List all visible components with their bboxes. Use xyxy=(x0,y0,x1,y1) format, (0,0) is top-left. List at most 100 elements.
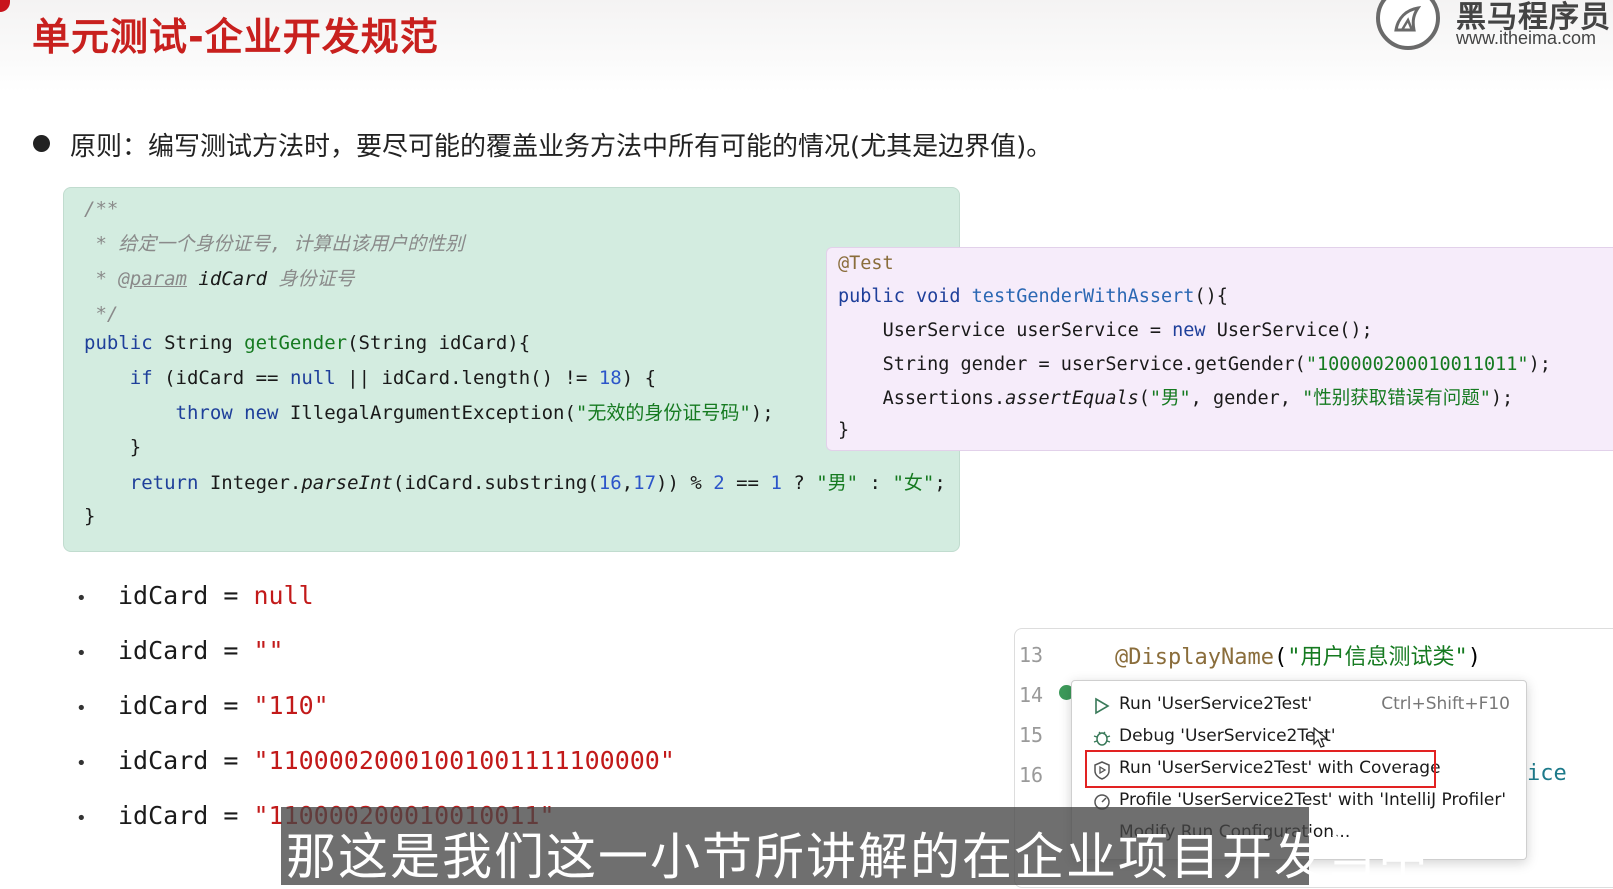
code-line: } xyxy=(838,416,849,446)
code-line: } xyxy=(84,432,141,462)
number-literal: 17 xyxy=(633,472,657,494)
number-literal: 1 xyxy=(770,472,782,494)
string-literal: "用户信息测试类" xyxy=(1287,645,1468,670)
video-subtitle: 那这是我们这一小节所讲解的在企业项目开发当中 xyxy=(286,828,1430,886)
string-literal: "男" xyxy=(1149,388,1191,409)
keyword: new xyxy=(1172,320,1206,341)
code-line: } xyxy=(84,501,95,531)
keyword: void xyxy=(904,286,961,307)
code-text: String gender = userService.getGender( xyxy=(882,354,1306,375)
comment-text: * 给定一个身份证号, 计算出该用户的性别 xyxy=(84,233,465,255)
method-name: testGenderWithAssert xyxy=(960,286,1195,307)
code-text: ( xyxy=(1273,645,1288,670)
bullet-icon: • xyxy=(76,588,87,609)
number-literal: 16 xyxy=(598,472,622,494)
coverage-highlight-box xyxy=(1085,750,1436,788)
code-text: } xyxy=(84,505,96,527)
code-line: /** xyxy=(84,194,118,224)
keyword: throw xyxy=(175,402,233,424)
logo-url: www.itheima.com xyxy=(1456,28,1597,48)
line-number: 13 xyxy=(1019,643,1044,667)
case-label: idCard = xyxy=(118,801,254,830)
code-text: ) { xyxy=(621,367,657,389)
code-line: @Test xyxy=(838,249,894,279)
code-text: UserService userService = xyxy=(882,320,1173,341)
menu-shortcut: Ctrl+Shift+F10 xyxy=(1381,694,1510,714)
code-line: return Integer.parseInt(idCard.substring… xyxy=(84,468,946,498)
list-item: • idCard = "11000020001001001111100000" xyxy=(76,741,675,781)
code-line: UserService userService = new UserServic… xyxy=(838,316,1373,346)
keyword: public xyxy=(838,286,905,307)
keyword: public xyxy=(84,332,153,354)
code-text: (String idCard){ xyxy=(347,332,531,354)
case-value: null xyxy=(253,581,314,610)
menu-item-debug[interactable]: Debug 'UserService2Test' xyxy=(1072,721,1526,753)
code-text: } xyxy=(838,420,850,441)
code-text: (idCard.substring( xyxy=(392,472,599,494)
menu-item-run[interactable]: Run 'UserService2Test' Ctrl+Shift+F10 xyxy=(1072,689,1526,721)
code-text: Integer. xyxy=(198,472,302,494)
list-item: • idCard = "110" xyxy=(76,686,329,726)
comment-text: */ xyxy=(84,303,119,325)
code-text: IllegalArgumentException( xyxy=(278,402,576,424)
case-value: "110" xyxy=(253,691,329,720)
code-text: )) % xyxy=(656,472,714,494)
bullet-icon: • xyxy=(76,698,87,719)
code-text: ); xyxy=(750,402,774,424)
mouse-cursor-icon xyxy=(1313,727,1329,748)
annotation: @Test xyxy=(838,253,894,274)
string-literal: "无效的身份证号码" xyxy=(575,402,751,424)
number-literal: 2 xyxy=(713,472,725,494)
code-text: ) xyxy=(1467,645,1481,670)
run-icon xyxy=(1095,697,1110,715)
code-line: if (idCard == null || idCard.length() !=… xyxy=(84,363,656,393)
code-line: public String getGender(String idCard){ xyxy=(84,328,530,358)
number-literal: 18 xyxy=(598,367,622,389)
menu-item-label: Debug 'UserService2Test' xyxy=(1119,726,1336,746)
code-text: UserService(); xyxy=(1205,320,1373,341)
code-text: (idCard == xyxy=(152,367,290,389)
bullet-icon: • xyxy=(76,643,87,664)
code-text: ( xyxy=(1138,388,1150,409)
case-value: "11000020001001001111100000" xyxy=(253,746,675,775)
case-label: idCard = xyxy=(118,636,254,665)
comment-text: 身份证号 xyxy=(278,268,355,290)
keyword: null xyxy=(289,367,336,389)
bullet-icon xyxy=(33,135,50,152)
param-tag: @param xyxy=(118,268,187,290)
case-label: idCard = xyxy=(118,691,254,720)
code-text: } xyxy=(84,436,142,458)
ide-code-fragment: ice xyxy=(1527,761,1567,786)
code-line: throw new IllegalArgumentException("无效的身… xyxy=(84,398,774,428)
line-number: 14 xyxy=(1019,683,1044,707)
test-method-code-block: @Test public void testGenderWithAssert()… xyxy=(826,247,1613,451)
param-name: idCard xyxy=(186,268,279,290)
slide-title: 单元测试-企业开发规范 xyxy=(32,15,439,59)
case-label: idCard = xyxy=(118,581,254,610)
method-name: getGender xyxy=(244,332,348,354)
comment-text: * xyxy=(84,268,119,290)
code-line: */ xyxy=(84,299,118,329)
code-line: * 给定一个身份证号, 计算出该用户的性别 xyxy=(84,229,464,259)
code-text: == xyxy=(724,472,771,494)
code-text: : xyxy=(858,472,893,494)
line-number: 15 xyxy=(1019,723,1044,747)
code-line: String gender = userService.getGender("1… xyxy=(838,350,1551,380)
string-literal: "男" xyxy=(816,472,859,494)
ide-code-line: @DisplayName("用户信息测试类") xyxy=(1115,639,1481,671)
string-literal: "100000200010011011" xyxy=(1305,354,1529,375)
list-item: • idCard = "" xyxy=(76,631,284,671)
bullet-icon: • xyxy=(76,753,87,774)
case-label: idCard = xyxy=(118,746,254,775)
bullet-icon: • xyxy=(76,808,87,829)
code-text: ? xyxy=(781,472,817,494)
code-text: || idCard.length() != xyxy=(335,367,599,389)
code-text: , xyxy=(621,472,634,494)
method-name: parseInt xyxy=(301,472,393,494)
principle-text: 原则：编写测试方法时，要尽可能的覆盖业务方法中所有可能的情况(尤其是边界值)。 xyxy=(70,132,1053,162)
code-text: , gender, xyxy=(1190,388,1303,409)
method-name: assertEquals xyxy=(1005,388,1139,409)
